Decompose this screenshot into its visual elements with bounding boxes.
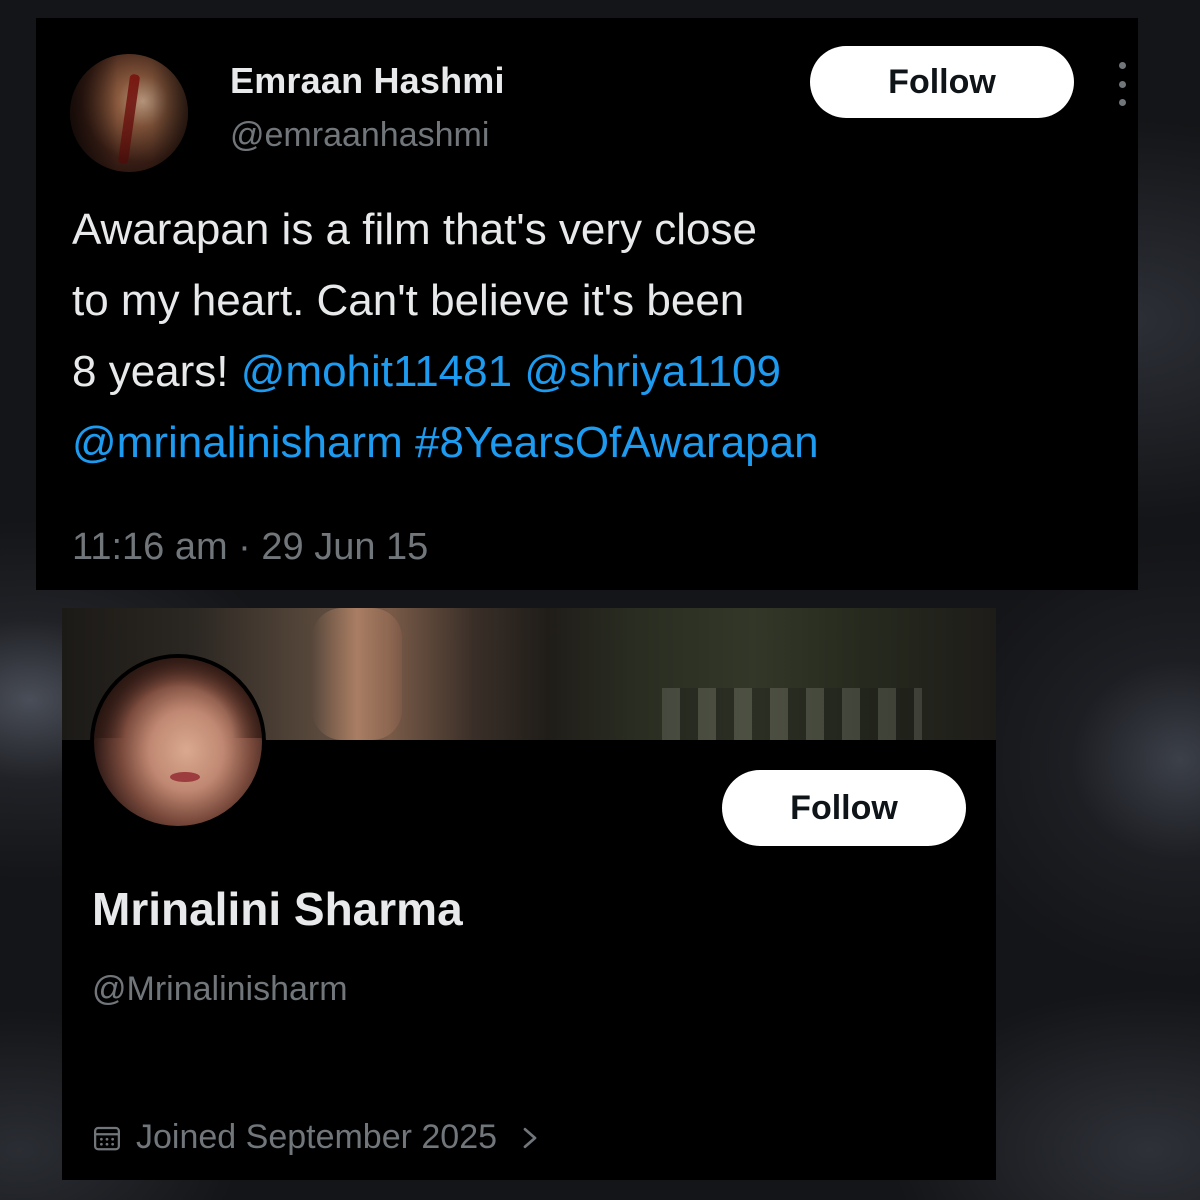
tweet-author-handle[interactable]: @emraanhashmi bbox=[230, 116, 489, 155]
tweet-author-avatar[interactable] bbox=[70, 54, 188, 172]
tweet-text-line: Awarapan is a film that's very close bbox=[72, 205, 757, 254]
mention-link[interactable]: @mohit11481 bbox=[241, 347, 512, 396]
tweet-text-line: @mrinalinisharm #8YearsOfAwarapan bbox=[72, 407, 1072, 478]
banner-image-detail bbox=[312, 608, 402, 740]
profile-handle: @Mrinalinisharm bbox=[92, 970, 348, 1008]
follow-button[interactable]: Follow bbox=[810, 46, 1074, 118]
more-dot bbox=[1118, 62, 1126, 69]
profile-avatar[interactable] bbox=[90, 654, 266, 830]
tweet-text-line: 8 years! @mohit11481 @shriya1109 bbox=[72, 336, 1072, 407]
profile-follow-button[interactable]: Follow bbox=[722, 770, 966, 846]
profile-card: Follow Mrinalini Sharma @Mrinalinisharm … bbox=[62, 608, 996, 1180]
more-dot bbox=[1118, 99, 1126, 106]
tweet-text: Awarapan is a film that's very close to … bbox=[72, 194, 1072, 478]
tweet-text-line: to my heart. Can't believe it's been bbox=[72, 276, 745, 325]
joined-date-row[interactable]: Joined September 2025 bbox=[92, 1118, 541, 1157]
tweet-text-segment: 8 years! bbox=[72, 347, 229, 396]
more-dot bbox=[1118, 80, 1126, 88]
avatar-image-shade bbox=[70, 54, 188, 172]
banner-image-detail bbox=[662, 688, 922, 740]
tweet-card: Emraan Hashmi @emraanhashmi Follow Awara… bbox=[36, 18, 1138, 590]
avatar-image-detail bbox=[170, 772, 200, 782]
mention-link[interactable]: @shriya1109 bbox=[524, 347, 781, 396]
tweet-author-name[interactable]: Emraan Hashmi bbox=[230, 60, 505, 102]
more-vertical-icon[interactable] bbox=[1112, 62, 1132, 106]
profile-name: Mrinalini Sharma bbox=[92, 883, 463, 935]
avatar-image-detail bbox=[94, 658, 262, 738]
mention-link[interactable]: @mrinalinisharm bbox=[72, 418, 403, 467]
hashtag-link[interactable]: #8YearsOfAwarapan bbox=[415, 418, 819, 467]
chevron-right-icon bbox=[523, 1127, 537, 1148]
tweet-timestamp[interactable]: 11:16 am · 29 Jun 15 bbox=[72, 526, 428, 569]
calendar-icon bbox=[94, 1126, 120, 1150]
joined-date-text: Joined September 2025 bbox=[136, 1118, 498, 1156]
profile-avatar-image bbox=[94, 658, 262, 826]
